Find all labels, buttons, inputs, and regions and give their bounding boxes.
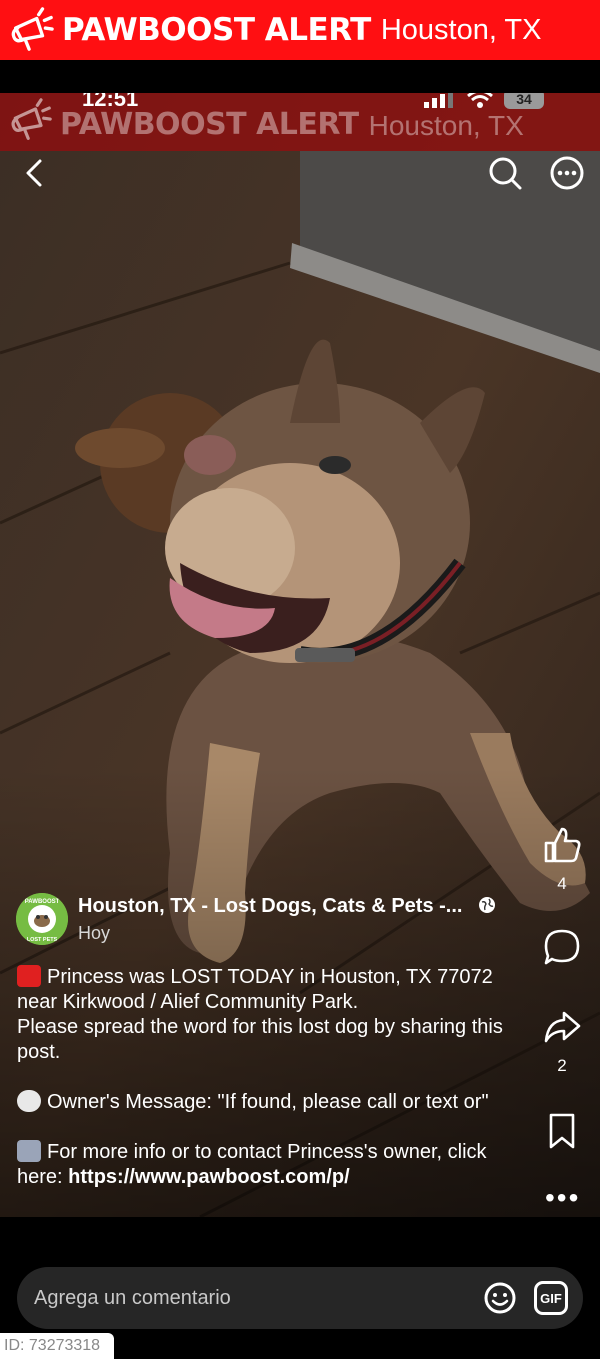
search-icon[interactable]: [487, 155, 523, 191]
back-icon[interactable]: [18, 155, 54, 191]
separator: [0, 60, 600, 93]
comment-input[interactable]: Agrega un comentario GIF: [17, 1267, 583, 1329]
inner-alert-brand: PAWBOOST ALERT: [60, 107, 359, 142]
post-time: Hoy: [78, 923, 111, 943]
comment-button[interactable]: [540, 927, 584, 972]
comment-icon: [544, 929, 580, 965]
emoji-icon[interactable]: [483, 1281, 517, 1315]
pawboost-link[interactable]: https://www.pawboost.com/p/: [68, 1166, 349, 1188]
pawboost-alert-banner: PAWBOOST ALERT Houston, TX: [0, 0, 600, 60]
bookmark-icon: [549, 1113, 575, 1149]
more-dots-icon[interactable]: •••: [545, 1184, 580, 1212]
status-time: 12:51: [82, 93, 139, 111]
avatar-text-bottom: LOST PETS: [27, 937, 58, 943]
more-options-icon[interactable]: [549, 155, 585, 191]
share-button[interactable]: 2: [540, 1007, 584, 1076]
caption-line1: Princess was LOST TODAY in Houston, TX 7…: [17, 966, 493, 1013]
share-icon: [544, 1011, 581, 1043]
speech-bubble-icon: [17, 1090, 41, 1112]
owner-message: Owner's Message: "If found, please call …: [47, 1091, 489, 1113]
like-count: 4: [557, 874, 567, 893]
globe-icon: [479, 897, 496, 913]
avatar-text-top: PAWBOOST: [25, 899, 60, 905]
siren-icon: [17, 965, 41, 987]
inner-alert-city: Houston, TX: [368, 110, 524, 141]
megaphone-icon: [11, 98, 52, 140]
pawboost-logo: PAWBOOST LOST PETS: [16, 893, 68, 945]
author-name[interactable]: Houston, TX - Lost Dogs, Cats & Pets -..…: [78, 895, 462, 917]
post-author[interactable]: PAWBOOST LOST PETS Houston, TX - Lost Do…: [16, 893, 496, 945]
post-id-label: ID: 73273318: [0, 1333, 114, 1359]
wifi-icon: [467, 93, 493, 108]
like-button[interactable]: 4: [540, 825, 584, 894]
comment-placeholder[interactable]: Agrega un comentario: [34, 1287, 231, 1310]
alert-brand: PAWBOOST ALERT: [62, 12, 371, 48]
link-icon: [17, 1140, 41, 1162]
avatar[interactable]: PAWBOOST LOST PETS: [16, 893, 68, 945]
signal-icon: [424, 93, 453, 108]
save-button[interactable]: [540, 1111, 584, 1156]
thumbs-up-icon: [544, 827, 581, 863]
status-icons: 34: [424, 93, 544, 109]
alert-city: Houston, TX: [380, 13, 542, 46]
battery-indicator: 34: [504, 93, 544, 109]
post-caption: Princess was LOST TODAY in Houston, TX 7…: [17, 965, 527, 1190]
caption-line2: Please spread the word for this lost dog…: [17, 1016, 503, 1063]
share-count: 2: [557, 1056, 567, 1075]
post-container: PAWBOOST ALERT Houston, TX 12:51 34 4 2 …: [0, 93, 600, 1217]
gif-button[interactable]: GIF: [534, 1281, 568, 1315]
megaphone-icon: [11, 7, 54, 51]
